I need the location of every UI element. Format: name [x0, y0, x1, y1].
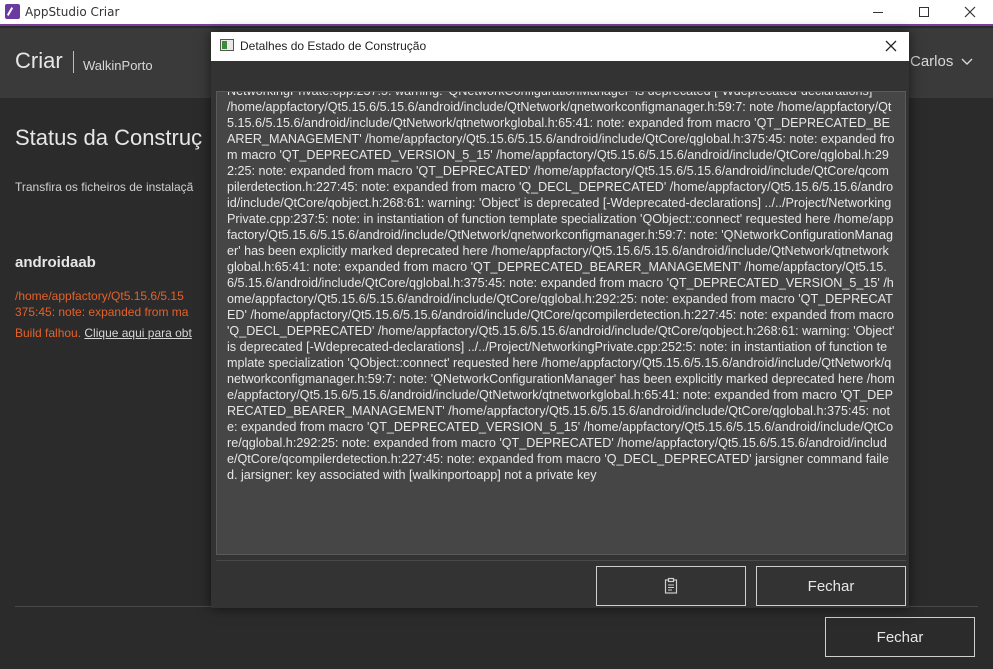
header-divider	[73, 51, 74, 73]
minimize-icon	[873, 11, 883, 13]
maximize-icon	[919, 7, 929, 17]
window-close-button[interactable]	[947, 0, 993, 24]
close-icon	[964, 6, 976, 18]
dialog-titlebar: Detalhes do Estado de Construção	[211, 32, 909, 61]
page-description: Transfira os ficheiros de instalaçã	[15, 180, 194, 194]
platform-name: androidaab	[15, 254, 96, 271]
build-failed-status: Build falhou. Clique aqui para obt	[15, 326, 192, 340]
build-details-dialog: Detalhes do Estado de Construção Network…	[211, 32, 909, 608]
copy-to-clipboard-button[interactable]	[596, 566, 746, 606]
dialog-close-button[interactable]: Fechar	[756, 566, 906, 606]
page-title: Status da Construç	[15, 125, 203, 150]
window-titlebar: AppStudio Criar	[0, 0, 993, 26]
close-button[interactable]: Fechar	[825, 617, 975, 657]
app-brand: Criar	[15, 48, 63, 73]
dialog-close-icon[interactable]	[883, 38, 899, 54]
build-details-link[interactable]: Clique aqui para obt	[84, 326, 191, 340]
maximize-button[interactable]	[901, 0, 947, 24]
dialog-window-icon	[220, 39, 234, 51]
error-message-line: /home/appfactory/Qt5.15.6/5.15	[15, 289, 184, 303]
project-name: WalkinPorto	[83, 58, 153, 73]
chevron-down-icon[interactable]	[961, 58, 973, 66]
dialog-title: Detalhes do Estado de Construção	[240, 39, 427, 53]
minimize-button[interactable]	[855, 0, 901, 24]
appstudio-icon	[5, 4, 20, 19]
build-log-text: NetworkingPrivate.cpp:237:5: warning: 'Q…	[227, 91, 895, 482]
dialog-divider	[216, 560, 906, 561]
build-log-textarea[interactable]: NetworkingPrivate.cpp:237:5: warning: 'Q…	[216, 91, 906, 555]
error-message-line: 375:45: note: expanded from ma	[15, 305, 189, 319]
clipboard-icon	[664, 577, 678, 594]
user-menu[interactable]: Carlos	[910, 53, 953, 70]
build-failed-text: Build falhou.	[15, 326, 82, 340]
window-title: AppStudio Criar	[25, 5, 120, 19]
